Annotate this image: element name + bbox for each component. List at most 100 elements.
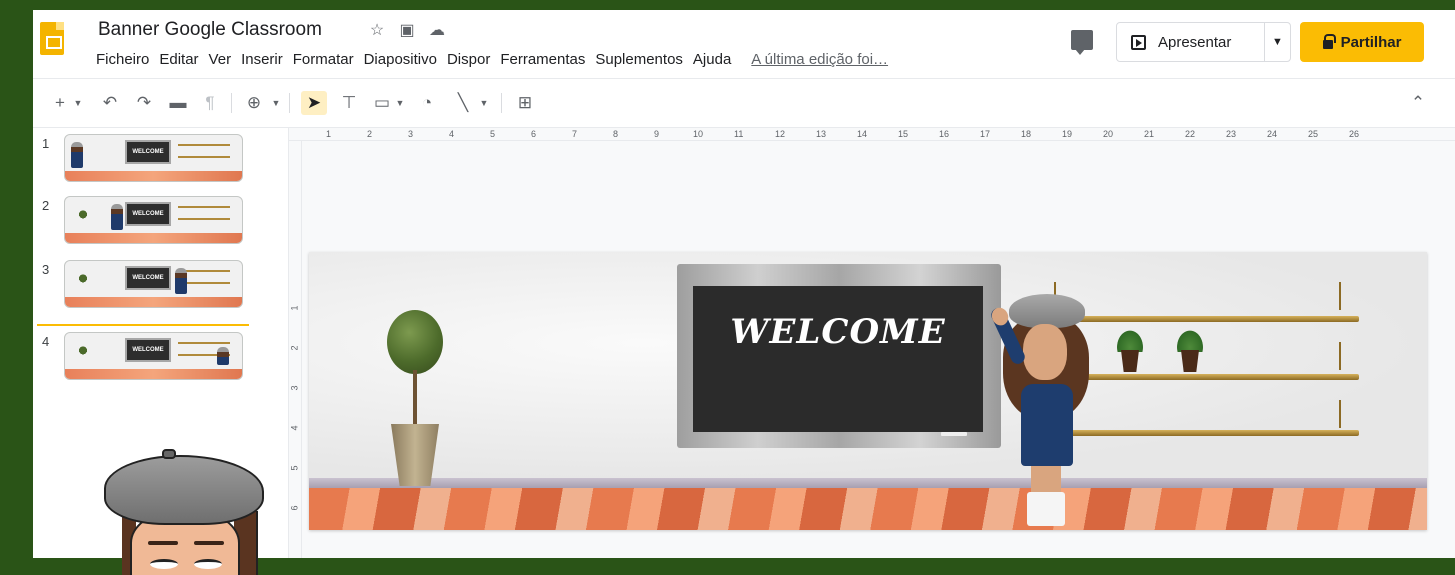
chalkboard-welcome-text[interactable]: WELCOME xyxy=(693,286,983,432)
shelf-bottom[interactable] xyxy=(1057,430,1359,436)
thumb-floor xyxy=(65,369,242,379)
present-button[interactable]: Apresentar xyxy=(1117,23,1265,61)
image-chevron-down-icon[interactable]: ▼ xyxy=(395,91,405,115)
menu-ver[interactable]: Ver xyxy=(204,51,237,68)
overlay-bitmoji-avatar-image xyxy=(100,449,270,575)
thumb-avatar xyxy=(217,347,229,365)
text-box-icon[interactable]: ⊤ xyxy=(337,91,361,115)
shelf-bracket xyxy=(1339,400,1341,428)
slide-canvas[interactable]: 1 2 3 4 5 6 7 8 9 10 11 12 13 14 15 16 1… xyxy=(288,128,1455,558)
potted-plant-image[interactable] xyxy=(1115,328,1145,372)
ruler-number: 12 xyxy=(775,129,786,139)
slide-number: 1 xyxy=(42,136,50,151)
ruler-number: 5 xyxy=(490,129,496,139)
menu-ferramentas[interactable]: Ferramentas xyxy=(495,51,590,68)
thumb-tree xyxy=(79,345,87,363)
tree-crown xyxy=(387,310,443,374)
menu-ajuda[interactable]: Ajuda xyxy=(688,51,736,68)
menu-ficheiro[interactable]: Ficheiro xyxy=(91,51,154,68)
print-icon[interactable]: ▬ xyxy=(167,91,189,115)
chalkboard-image[interactable]: WELCOME xyxy=(677,264,1001,448)
slide-number: 4 xyxy=(42,334,50,349)
shelf-top[interactable] xyxy=(1057,316,1359,322)
share-button[interactable]: Partilhar xyxy=(1300,22,1424,62)
menu-editar[interactable]: Editar xyxy=(154,51,203,68)
menu-suplementos[interactable]: Suplementos xyxy=(590,51,688,68)
ruler-number: 18 xyxy=(1021,129,1032,139)
menu-formatar[interactable]: Formatar xyxy=(288,51,359,68)
menu-diapositivo[interactable]: Diapositivo xyxy=(359,51,442,68)
line-chevron-down-icon[interactable]: ▼ xyxy=(479,91,489,115)
slide-number: 3 xyxy=(42,262,50,277)
potted-plant-image[interactable] xyxy=(1175,328,1205,372)
thumb-board-text: WELCOME xyxy=(125,338,171,362)
shelf-middle[interactable] xyxy=(1057,374,1359,380)
slide-thumbnail-1[interactable]: WELCOME xyxy=(64,134,243,182)
ruler-number: 3 xyxy=(289,385,300,391)
thumb-tree xyxy=(79,273,87,291)
ruler-number: 15 xyxy=(898,129,909,139)
horizontal-ruler[interactable]: 1 2 3 4 5 6 7 8 9 10 11 12 13 14 15 16 1… xyxy=(289,128,1455,141)
image-icon[interactable]: ▭ xyxy=(371,91,393,115)
toolbar: + ▼ ↶ ↷ ▬ ¶ ⊕ ▼ ➤ ⊤ ▭ ▼ ◔ ╲ ▼ ⊞ ⌃ xyxy=(33,78,1455,128)
slide-thumbnail-3[interactable]: WELCOME xyxy=(64,260,243,308)
chalk-piece xyxy=(941,432,967,436)
add-icon[interactable]: + xyxy=(51,91,69,115)
slide[interactable]: WELCOME xyxy=(309,252,1427,530)
bitmoji-avatar-image[interactable] xyxy=(988,294,1099,526)
document-title[interactable]: Banner Google Classroom xyxy=(98,19,322,41)
present-options-chevron-down-icon[interactable]: ▼ xyxy=(1265,36,1290,48)
plant-leaves xyxy=(1115,328,1145,352)
zoom-icon[interactable]: ⊕ xyxy=(243,91,265,115)
collapse-icon[interactable]: ⌃ xyxy=(1407,91,1429,115)
ruler-number: 22 xyxy=(1185,129,1196,139)
menu-inserir[interactable]: Inserir xyxy=(236,51,288,68)
last-edit-link[interactable]: A última edição foi… xyxy=(746,51,893,68)
star-icon[interactable]: ☆ xyxy=(369,20,385,40)
ruler-number: 17 xyxy=(980,129,991,139)
thumb-board-text: WELCOME xyxy=(125,140,171,164)
ruler-number: 16 xyxy=(939,129,950,139)
ruler-number: 1 xyxy=(289,305,300,311)
present-label: Apresentar xyxy=(1158,33,1232,51)
overlay-avatar-beret-tip xyxy=(162,449,176,459)
slide-thumbnail-4[interactable]: WELCOME xyxy=(64,332,243,380)
move-to-folder-icon[interactable]: ▣ xyxy=(399,20,415,40)
add-dropdown-chevron-down-icon[interactable]: ▼ xyxy=(73,91,83,115)
paint-format-icon[interactable]: ¶ xyxy=(199,91,221,115)
select-icon[interactable]: ➤ xyxy=(301,91,327,115)
ruler-number: 19 xyxy=(1062,129,1073,139)
present-icon xyxy=(1131,34,1146,50)
thumb-tree xyxy=(79,209,87,227)
thumb-avatar xyxy=(175,268,187,294)
redo-icon[interactable]: ↷ xyxy=(133,91,155,115)
comment-add-icon[interactable]: ⊞ xyxy=(513,91,537,115)
line-icon[interactable]: ╲ xyxy=(451,91,475,115)
plant-pot xyxy=(1121,350,1139,372)
cloud-status-icon[interactable]: ☁ xyxy=(429,20,445,40)
present-button-group: Apresentar ▼ xyxy=(1116,22,1291,62)
slide-baseboard xyxy=(309,478,1427,488)
toolbar-divider xyxy=(231,93,232,113)
slide-thumbnail-2[interactable]: WELCOME xyxy=(64,196,243,244)
potted-tree-image[interactable] xyxy=(387,310,443,490)
vertical-ruler[interactable]: 1 2 3 4 5 6 xyxy=(289,141,302,558)
ruler-number: 4 xyxy=(289,425,300,431)
menu-bar: Ficheiro Editar Ver Inserir Formatar Dia… xyxy=(91,51,893,68)
menu-dispor[interactable]: Dispor xyxy=(442,51,495,68)
ruler-number: 4 xyxy=(449,129,455,139)
title-icons: ☆ ▣ ☁ xyxy=(369,20,445,40)
ruler-number: 25 xyxy=(1308,129,1319,139)
undo-icon[interactable]: ↶ xyxy=(99,91,121,115)
tree-pot xyxy=(391,424,439,486)
shelf-bracket xyxy=(1339,342,1341,370)
thumb-floor xyxy=(65,171,242,181)
thumb-floor xyxy=(65,297,242,307)
slides-logo-icon[interactable] xyxy=(40,22,64,55)
zoom-chevron-down-icon[interactable]: ▼ xyxy=(271,91,281,115)
tree-trunk xyxy=(413,370,417,430)
shape-icon[interactable]: ◔ xyxy=(415,91,439,115)
overlay-avatar-brow xyxy=(148,541,178,545)
comments-icon[interactable] xyxy=(1071,30,1093,55)
ruler-number: 13 xyxy=(816,129,827,139)
